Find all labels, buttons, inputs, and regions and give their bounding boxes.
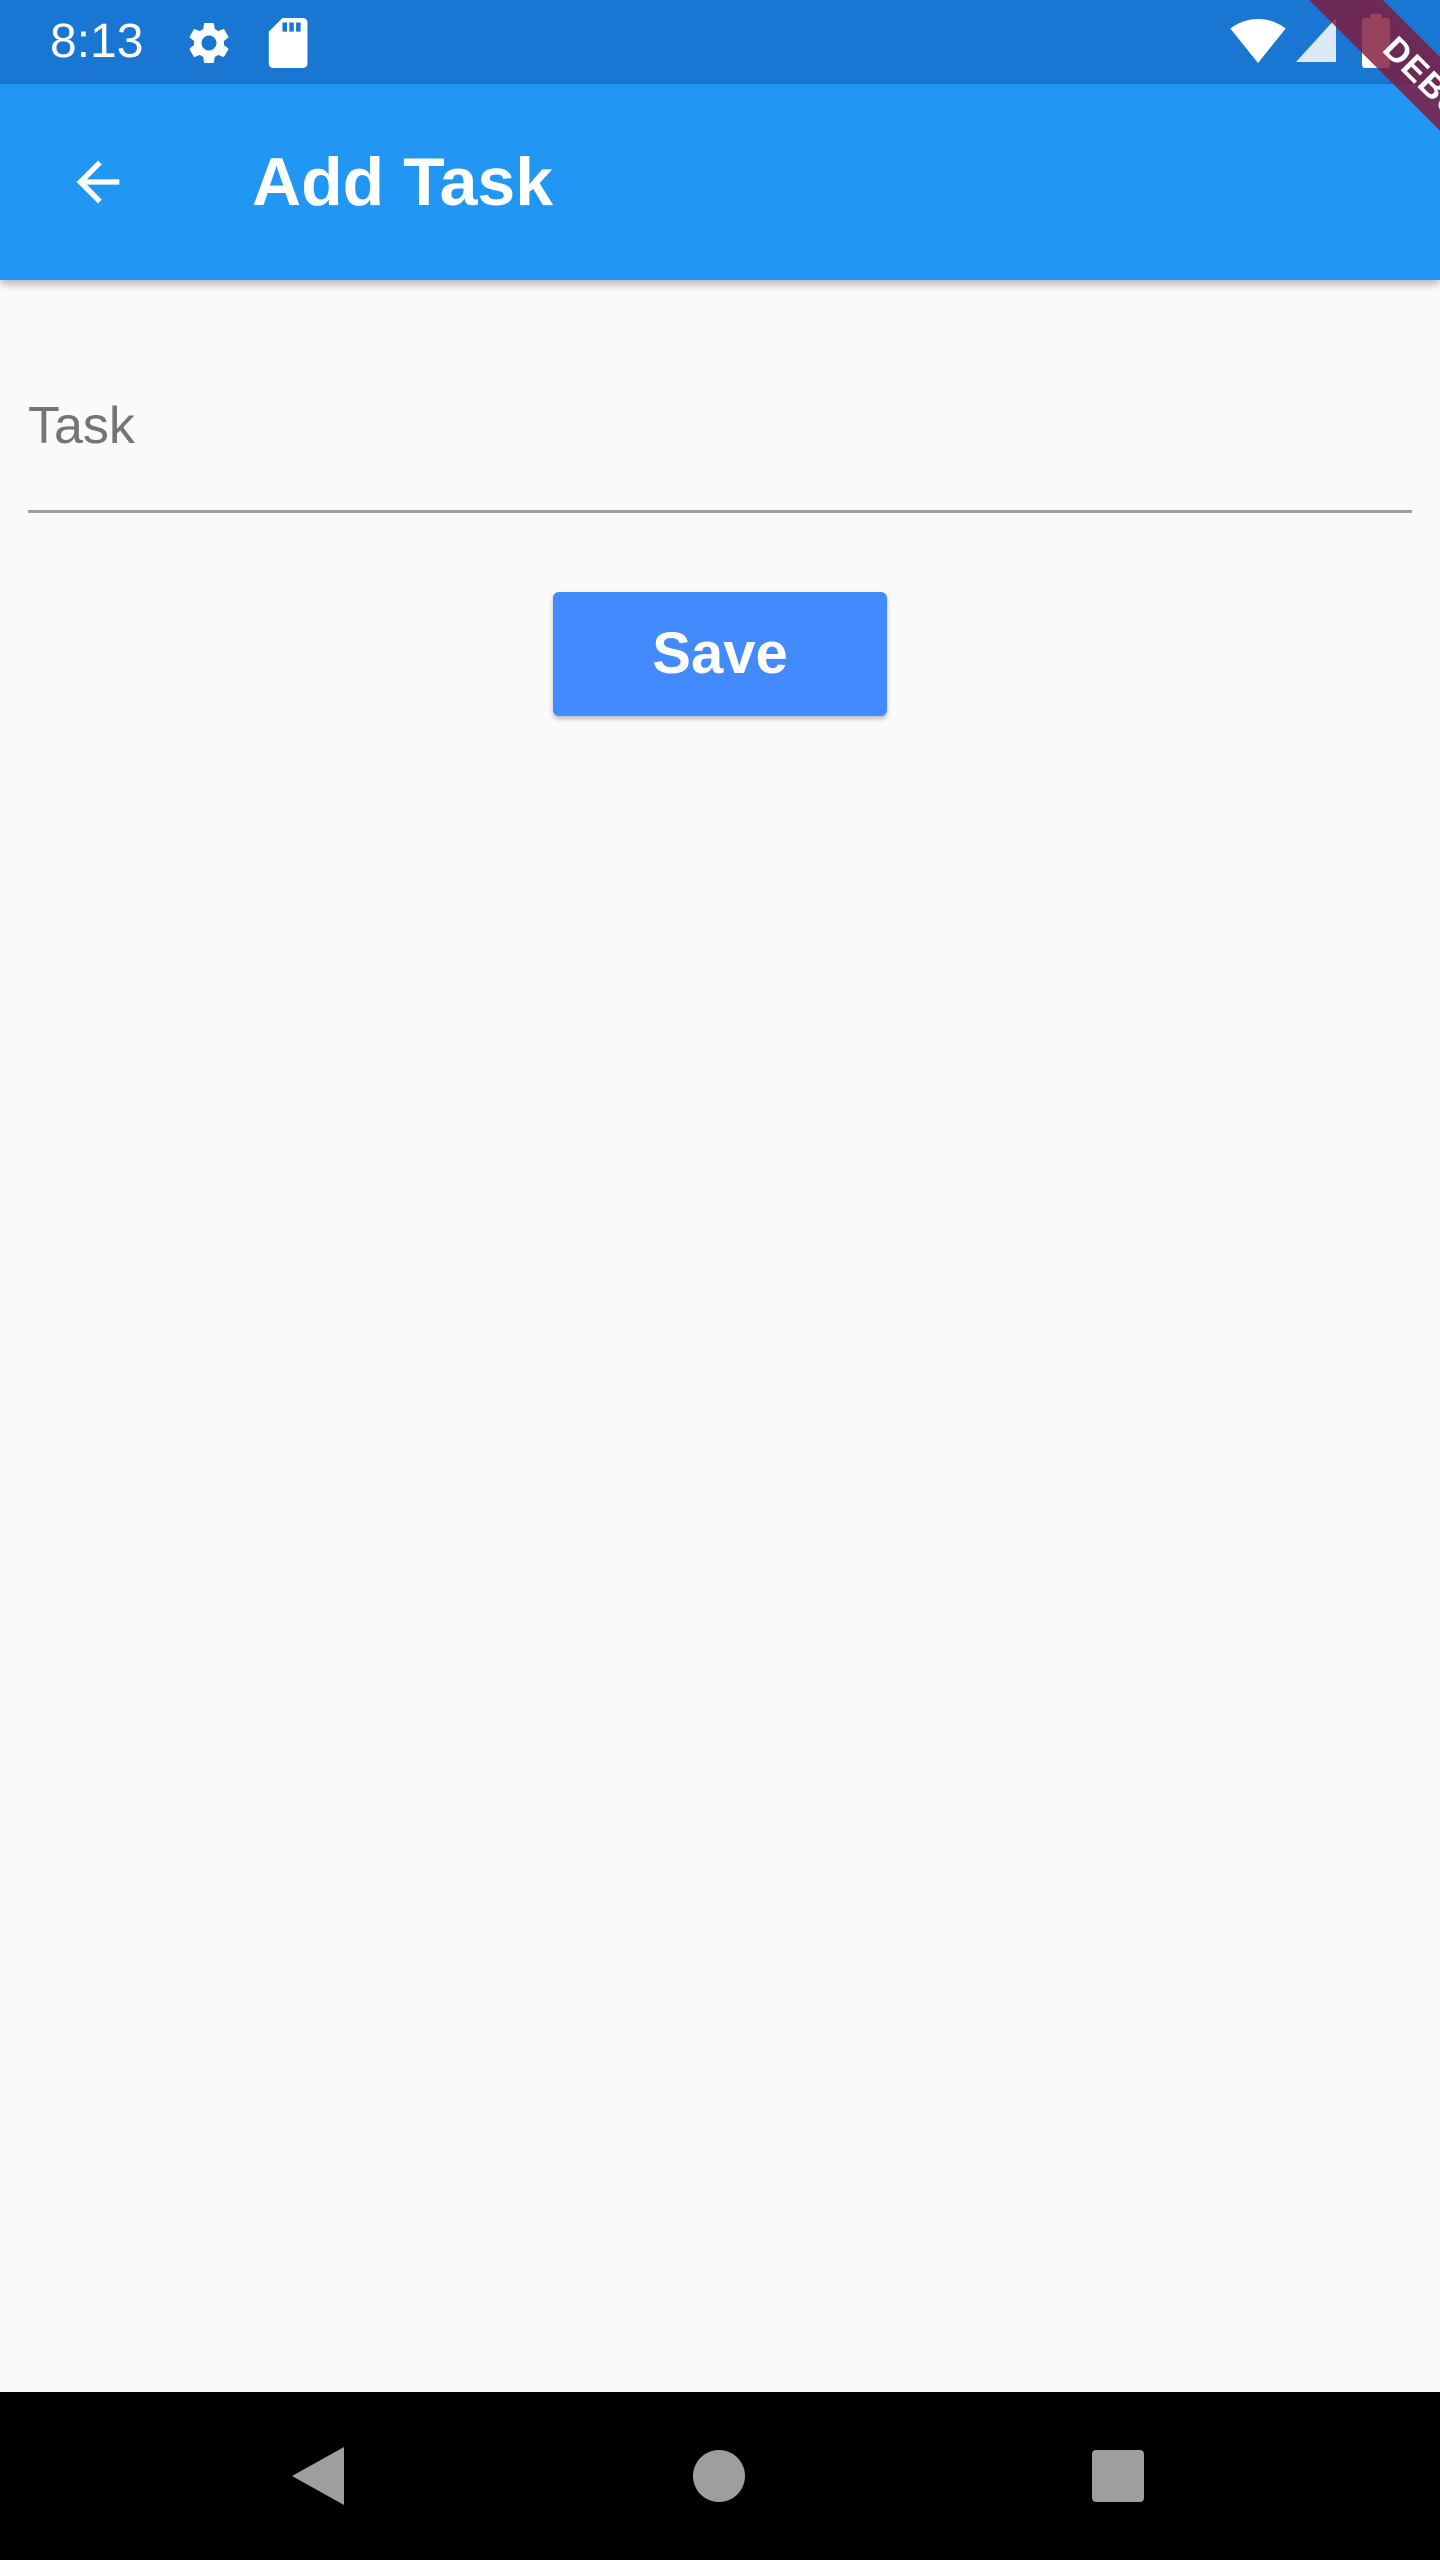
battery-icon: [1362, 14, 1390, 68]
task-input-underline: [28, 510, 1412, 513]
sd-card-icon: [268, 18, 308, 68]
settings-icon: [189, 22, 229, 63]
wifi-icon: [1230, 19, 1286, 63]
task-input[interactable]: [28, 376, 1412, 476]
back-button[interactable]: [42, 126, 154, 238]
arrow-back-icon: [76, 160, 120, 204]
signal-icon: [1296, 18, 1336, 62]
nav-back-button[interactable]: [234, 2392, 402, 2560]
recents-square-icon: [1092, 2450, 1144, 2502]
app-bar: Add Task: [0, 84, 1440, 280]
nav-recents-button[interactable]: [1034, 2392, 1202, 2560]
home-circle-icon: [693, 2450, 745, 2502]
task-field: [28, 352, 1412, 516]
back-triangle-icon: [292, 2447, 344, 2505]
status-time: 8:13: [50, 15, 144, 68]
status-bar: 8:13: [0, 0, 1440, 84]
save-button[interactable]: Save: [553, 592, 887, 716]
page-title: Add Task: [252, 144, 554, 220]
nav-home-button[interactable]: [635, 2392, 803, 2560]
navigation-bar: [0, 2392, 1440, 2560]
